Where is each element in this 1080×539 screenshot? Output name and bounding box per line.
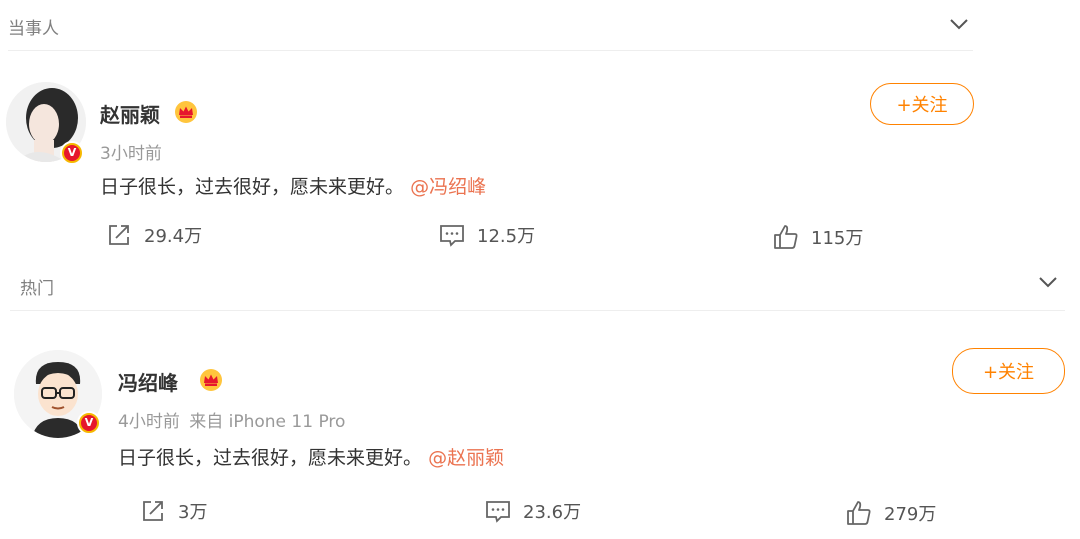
mention-link[interactable]: @冯绍峰: [410, 176, 486, 198]
repost-icon: [109, 225, 129, 245]
author-name[interactable]: 冯绍峰: [118, 367, 178, 396]
divider: [8, 50, 973, 51]
comment-button[interactable]: 23.6万: [483, 496, 581, 526]
comment-icon: [440, 225, 464, 247]
post-text: 日子很长，过去很好，愿未来更好。: [118, 447, 423, 469]
section-title-hot: 热门: [20, 279, 54, 299]
comment-count: 12.5万: [477, 226, 536, 247]
divider: [10, 310, 1065, 311]
chevron-down-icon[interactable]: [947, 12, 971, 36]
repost-count: 3万: [178, 502, 208, 523]
author-name[interactable]: 赵丽颖: [100, 99, 160, 128]
like-button[interactable]: 115万: [771, 222, 863, 252]
post-time: 3小时前: [100, 144, 162, 164]
like-button[interactable]: 279万: [844, 498, 936, 528]
comment-icon: [486, 501, 510, 523]
repost-button[interactable]: 29.4万: [104, 220, 202, 250]
like-count: 279万: [884, 504, 937, 525]
verified-badge-icon: V: [60, 141, 84, 165]
mention-link[interactable]: @赵丽颖: [428, 447, 504, 469]
post-source: 来自 iPhone 11 Pro: [189, 412, 346, 432]
chevron-down-icon[interactable]: [1036, 270, 1060, 294]
post-text: 日子很长，过去很好，愿未来更好。: [100, 176, 405, 198]
verified-badge-icon: V: [77, 411, 101, 435]
post-content: 日子很长，过去很好，愿未来更好。 @赵丽颖: [118, 443, 504, 470]
like-count: 115万: [811, 228, 864, 249]
crown-icon: [200, 369, 222, 391]
crown-icon: [175, 101, 197, 123]
post-time: 4小时前: [118, 412, 180, 432]
follow-button[interactable]: +关注: [870, 83, 974, 125]
comment-count: 23.6万: [523, 502, 582, 523]
repost-icon: [143, 501, 163, 521]
section-title-top: 当事人: [8, 19, 59, 39]
like-icon: [774, 225, 798, 249]
post-meta: 4小时前 来自 iPhone 11 Pro: [118, 407, 345, 432]
post-content: 日子很长，过去很好，愿未来更好。 @冯绍峰: [100, 172, 486, 199]
follow-button[interactable]: +关注: [952, 348, 1065, 394]
repost-count: 29.4万: [144, 226, 203, 247]
repost-button[interactable]: 3万: [138, 496, 207, 526]
like-icon: [847, 501, 871, 525]
comment-button[interactable]: 12.5万: [437, 220, 535, 250]
